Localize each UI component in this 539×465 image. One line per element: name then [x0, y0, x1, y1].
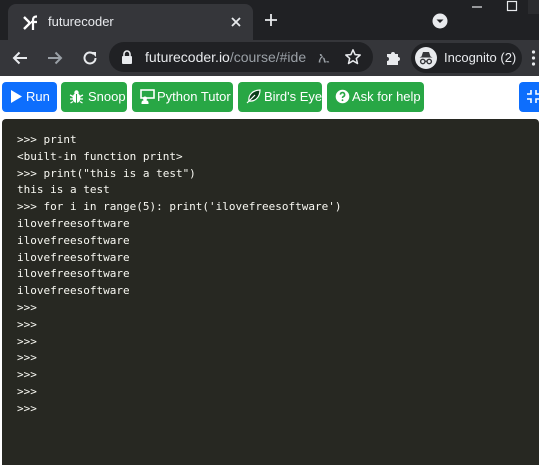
question-circle-icon	[335, 89, 350, 104]
python-tutor-label: Python Tutor	[157, 89, 231, 104]
birds-eye-label: Bird's Eye	[264, 89, 323, 104]
console-line: >>> for i in range(5): print('ilovefrees…	[17, 200, 342, 214]
feather-icon	[246, 89, 261, 104]
browser-tab-futurecoder[interactable]: futurecoder	[8, 4, 253, 40]
puzzle-icon[interactable]	[384, 49, 402, 67]
console-line: ilovefreesoftware	[17, 233, 130, 247]
more-menu-icon[interactable]	[528, 49, 539, 67]
python-console[interactable]: >>> print <built-in function print> >>> …	[2, 119, 539, 465]
console-line: ilovefreesoftware	[17, 284, 130, 298]
fullscreen-button[interactable]	[519, 82, 539, 112]
python-tutor-button[interactable]: Python Tutor	[132, 82, 233, 112]
futurecoder-logo-icon	[22, 14, 40, 32]
console-line: >>> print("this is a test")	[17, 166, 196, 180]
console-line: >>>	[17, 401, 37, 415]
run-button[interactable]: Run	[2, 82, 57, 112]
console-line: ilovefreesoftware	[17, 216, 130, 230]
console-line: >>>	[17, 351, 37, 365]
ask-for-help-button[interactable]: Ask for help	[327, 82, 424, 112]
compress-icon	[527, 90, 539, 103]
incognito-label: Incognito (2)	[444, 50, 517, 65]
console-line: >>>	[17, 317, 37, 331]
futurecoder-ide-page: Run Snoop Python Tutor Bird's Eye Ask fo…	[0, 76, 539, 465]
url-host: futurecoder.io	[145, 49, 230, 65]
url-path: /course/#ide	[229, 49, 307, 65]
lock-icon[interactable]	[121, 50, 133, 64]
run-label: Run	[26, 89, 50, 104]
console-line: >>>	[17, 300, 37, 314]
console-line: >>>	[17, 384, 37, 398]
browser-tab-strip: futurecoder	[0, 0, 539, 40]
close-icon[interactable]	[228, 14, 244, 30]
tab-search-icon[interactable]	[431, 12, 449, 30]
arrow-left-icon[interactable]	[10, 48, 30, 68]
snoop-label: Snoop	[88, 89, 126, 104]
console-line: ilovefreesoftware	[17, 267, 130, 281]
console-line: <built-in function print>	[17, 149, 183, 163]
ask-for-help-label: Ask for help	[352, 89, 421, 104]
url-trailing-glyph: ኢ	[318, 49, 330, 65]
console-line: this is a test	[17, 183, 110, 197]
birds-eye-button[interactable]: Bird's Eye	[238, 82, 322, 112]
browser-toolbar: futurecoder.io/course/#ide ኢ Incognito (…	[0, 40, 539, 76]
console-line: ilovefreesoftware	[17, 250, 130, 264]
tab-title: futurecoder	[48, 14, 114, 29]
bug-icon	[69, 90, 84, 104]
arrow-right-icon[interactable]	[45, 48, 65, 68]
minimize-icon[interactable]	[462, 0, 492, 14]
star-icon[interactable]	[344, 48, 362, 66]
window-close-edge[interactable]	[528, 0, 539, 14]
reload-icon[interactable]	[80, 48, 100, 68]
console-line: >>>	[17, 368, 37, 382]
console-line: >>> print	[17, 133, 77, 146]
plus-icon[interactable]	[262, 11, 280, 29]
snoop-button[interactable]: Snoop	[61, 82, 127, 112]
incognito-badge[interactable]: Incognito (2)	[411, 43, 522, 73]
maximize-icon[interactable]	[497, 0, 527, 14]
chalkboard-teacher-icon	[140, 89, 155, 104]
play-icon	[11, 90, 22, 103]
address-bar[interactable]: futurecoder.io/course/#ide ኢ	[109, 42, 373, 72]
incognito-icon	[415, 47, 437, 69]
url-text[interactable]: futurecoder.io/course/#ide	[145, 49, 315, 65]
console-line: >>>	[17, 334, 37, 348]
